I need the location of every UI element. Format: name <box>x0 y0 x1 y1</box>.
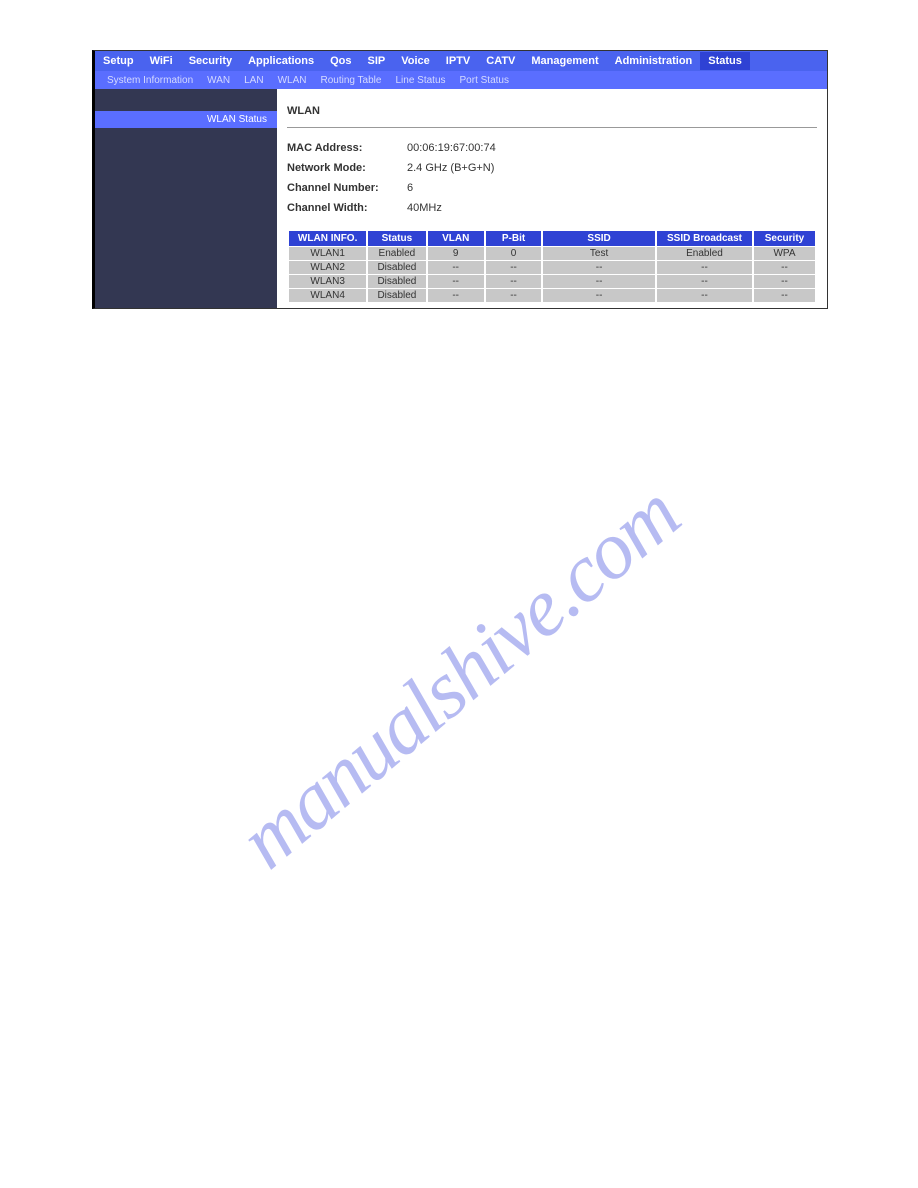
nav-wifi[interactable]: WiFi <box>142 52 181 70</box>
cell-name: WLAN2 <box>289 261 366 274</box>
nav-qos[interactable]: Qos <box>322 52 359 70</box>
main-nav: Setup WiFi Security Applications Qos SIP… <box>95 51 827 71</box>
cell-broadcast: Enabled <box>657 247 752 260</box>
info-row-width: Channel Width: 40MHz <box>287 198 817 218</box>
cell-vlan: -- <box>428 289 484 302</box>
width-label: Channel Width: <box>287 202 407 214</box>
nav-applications[interactable]: Applications <box>240 52 322 70</box>
cell-vlan: 9 <box>428 247 484 260</box>
nav-catv[interactable]: CATV <box>478 52 523 70</box>
section-title: WLAN <box>287 99 817 125</box>
subnav-port-status[interactable]: Port Status <box>453 75 516 86</box>
cell-pbit: -- <box>486 261 541 274</box>
cell-pbit: -- <box>486 289 541 302</box>
cell-ssid: -- <box>543 275 655 288</box>
mac-value: 00:06:19:67:00:74 <box>407 142 496 154</box>
subnav-wan[interactable]: WAN <box>200 75 237 86</box>
subnav-routing-table[interactable]: Routing Table <box>313 75 388 86</box>
router-admin-panel: Setup WiFi Security Applications Qos SIP… <box>92 50 828 309</box>
cell-name: WLAN3 <box>289 275 366 288</box>
subnav-line-status[interactable]: Line Status <box>388 75 452 86</box>
cell-name: WLAN4 <box>289 289 366 302</box>
cell-security: -- <box>754 261 815 274</box>
th-pbit: P-Bit <box>486 231 541 246</box>
th-wlan-info: WLAN INFO. <box>289 231 366 246</box>
subnav-wlan[interactable]: WLAN <box>271 75 314 86</box>
mode-label: Network Mode: <box>287 162 407 174</box>
cell-ssid: -- <box>543 261 655 274</box>
cell-ssid: Test <box>543 247 655 260</box>
cell-name: WLAN1 <box>289 247 366 260</box>
nav-sip[interactable]: SIP <box>360 52 394 70</box>
nav-status[interactable]: Status <box>700 52 750 70</box>
channel-value: 6 <box>407 182 413 194</box>
cell-status: Disabled <box>368 275 425 288</box>
th-status: Status <box>368 231 425 246</box>
nav-administration[interactable]: Administration <box>607 52 701 70</box>
content-area: WLAN Status WLAN MAC Address: 00:06:19:6… <box>95 89 827 308</box>
nav-voice[interactable]: Voice <box>393 52 438 70</box>
cell-pbit: -- <box>486 275 541 288</box>
divider <box>287 127 817 128</box>
info-row-channel: Channel Number: 6 <box>287 178 817 198</box>
cell-security: -- <box>754 275 815 288</box>
table-row: WLAN2 Disabled -- -- -- -- -- <box>289 261 815 274</box>
cell-pbit: 0 <box>486 247 541 260</box>
main-content: WLAN MAC Address: 00:06:19:67:00:74 Netw… <box>277 89 827 308</box>
cell-vlan: -- <box>428 275 484 288</box>
watermark: manualshive.com <box>221 467 696 887</box>
cell-broadcast: -- <box>657 289 752 302</box>
mac-label: MAC Address: <box>287 142 407 154</box>
sidebar-item-wlan-status[interactable]: WLAN Status <box>95 111 277 128</box>
table-row: WLAN4 Disabled -- -- -- -- -- <box>289 289 815 302</box>
subnav-system-information[interactable]: System Information <box>100 75 200 86</box>
cell-status: Disabled <box>368 289 425 302</box>
nav-setup[interactable]: Setup <box>95 52 142 70</box>
th-vlan: VLAN <box>428 231 484 246</box>
mode-value: 2.4 GHz (B+G+N) <box>407 162 494 174</box>
nav-iptv[interactable]: IPTV <box>438 52 478 70</box>
nav-security[interactable]: Security <box>181 52 240 70</box>
info-row-mode: Network Mode: 2.4 GHz (B+G+N) <box>287 158 817 178</box>
cell-vlan: -- <box>428 261 484 274</box>
th-security: Security <box>754 231 815 246</box>
wlan-table: WLAN INFO. Status VLAN P-Bit SSID SSID B… <box>287 230 817 303</box>
th-broadcast: SSID Broadcast <box>657 231 752 246</box>
table-header-row: WLAN INFO. Status VLAN P-Bit SSID SSID B… <box>289 231 815 246</box>
cell-security: -- <box>754 289 815 302</box>
sidebar: WLAN Status <box>95 89 277 308</box>
sidebar-spacer <box>95 89 277 111</box>
subnav-lan[interactable]: LAN <box>237 75 270 86</box>
cell-broadcast: -- <box>657 261 752 274</box>
table-row: WLAN1 Enabled 9 0 Test Enabled WPA <box>289 247 815 260</box>
nav-management[interactable]: Management <box>523 52 606 70</box>
th-ssid: SSID <box>543 231 655 246</box>
info-row-mac: MAC Address: 00:06:19:67:00:74 <box>287 138 817 158</box>
channel-label: Channel Number: <box>287 182 407 194</box>
cell-status: Disabled <box>368 261 425 274</box>
table-row: WLAN3 Disabled -- -- -- -- -- <box>289 275 815 288</box>
sub-nav: System Information WAN LAN WLAN Routing … <box>95 71 827 89</box>
width-value: 40MHz <box>407 202 442 214</box>
cell-security: WPA <box>754 247 815 260</box>
cell-status: Enabled <box>368 247 425 260</box>
cell-broadcast: -- <box>657 275 752 288</box>
cell-ssid: -- <box>543 289 655 302</box>
